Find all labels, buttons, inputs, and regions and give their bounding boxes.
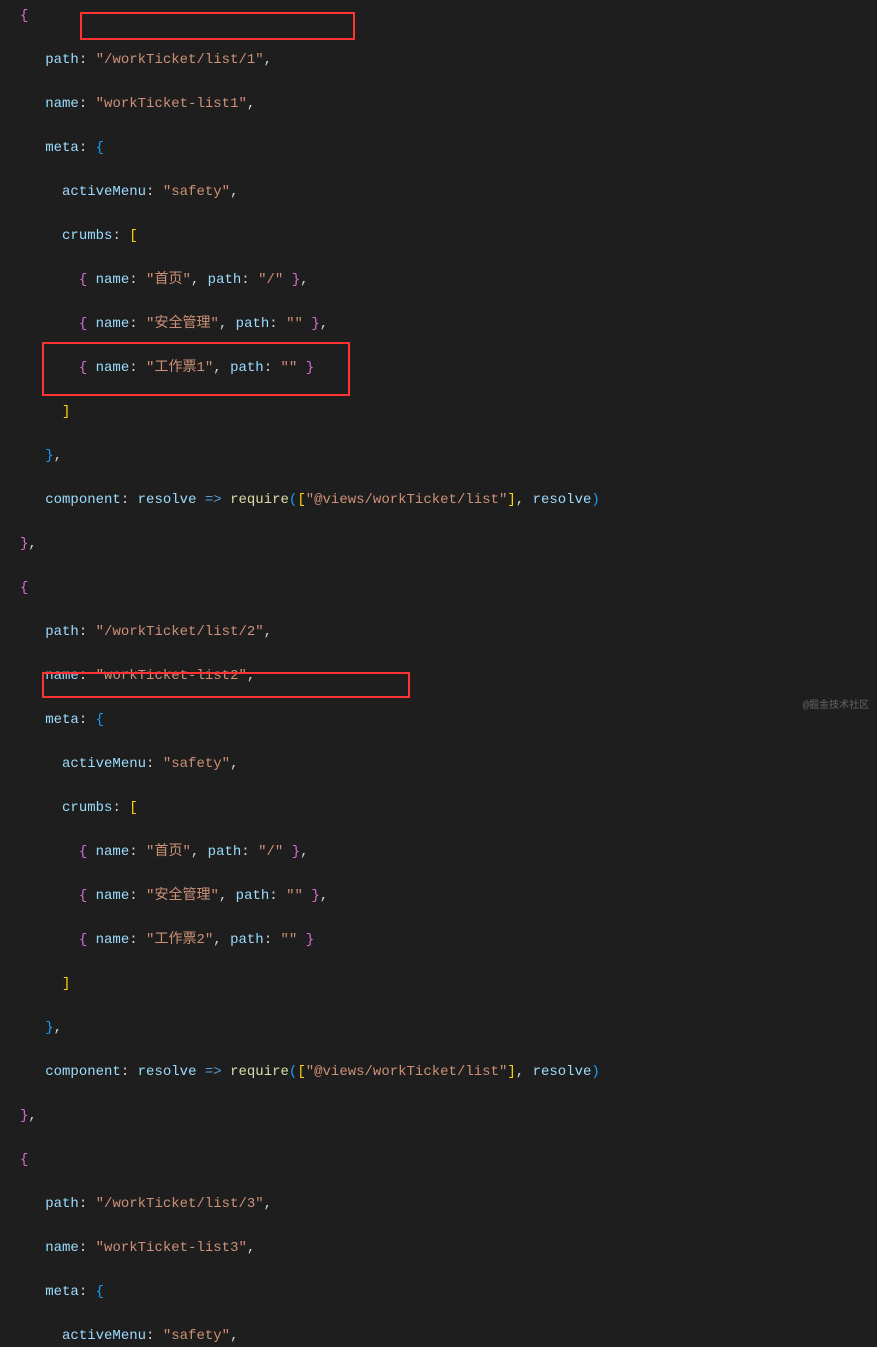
prop-key: path: [45, 52, 79, 68]
string-value: "/workTicket/list/2": [96, 624, 264, 640]
prop-key: name: [96, 932, 130, 948]
string-value: "首页": [146, 844, 191, 860]
prop-key: name: [45, 668, 79, 684]
watermark: @掘金技术社区: [803, 696, 869, 718]
prop-key: name: [96, 844, 130, 860]
prop-key: name: [96, 888, 130, 904]
prop-key: component: [45, 492, 121, 508]
prop-key: path: [208, 844, 242, 860]
param: resolve: [533, 492, 592, 508]
string-value: "": [286, 888, 303, 904]
prop-key: activeMenu: [62, 184, 146, 200]
string-value: "workTicket-list1": [96, 96, 247, 112]
prop-key: name: [96, 360, 130, 376]
prop-key: path: [236, 316, 270, 332]
string-value: "safety": [163, 756, 230, 772]
prop-key: path: [208, 272, 242, 288]
func-call: require: [230, 1064, 289, 1080]
string-value: "安全管理": [146, 316, 219, 332]
string-value: "/workTicket/list/3": [96, 1196, 264, 1212]
string-value: "safety": [163, 184, 230, 200]
prop-key: meta: [45, 140, 79, 156]
string-value: "工作票1": [146, 360, 213, 376]
string-value: "": [286, 316, 303, 332]
prop-key: name: [96, 316, 130, 332]
string-value: "@views/workTicket/list": [306, 1064, 508, 1080]
prop-key: path: [45, 1196, 79, 1212]
string-value: "工作票2": [146, 932, 213, 948]
prop-key: name: [45, 1240, 79, 1256]
code-editor[interactable]: { path: "/workTicket/list/1", name: "wor…: [20, 5, 877, 1347]
string-value: "": [281, 932, 298, 948]
string-value: "workTicket-list3": [96, 1240, 247, 1256]
string-value: "首页": [146, 272, 191, 288]
string-value: "/": [258, 272, 283, 288]
prop-key: activeMenu: [62, 1328, 146, 1344]
param: resolve: [138, 492, 197, 508]
prop-key: meta: [45, 712, 79, 728]
prop-key: name: [45, 96, 79, 112]
prop-key: path: [45, 624, 79, 640]
prop-key: path: [236, 888, 270, 904]
string-value: "/workTicket/list/1": [96, 52, 264, 68]
prop-key: crumbs: [62, 228, 112, 244]
string-value: "workTicket-list2": [96, 668, 247, 684]
prop-key: path: [230, 932, 264, 948]
param: resolve: [138, 1064, 197, 1080]
string-value: "/": [258, 844, 283, 860]
func-call: require: [230, 492, 289, 508]
string-value: "safety": [163, 1328, 230, 1344]
prop-key: name: [96, 272, 130, 288]
prop-key: crumbs: [62, 800, 112, 816]
string-value: "安全管理": [146, 888, 219, 904]
prop-key: component: [45, 1064, 121, 1080]
prop-key: activeMenu: [62, 756, 146, 772]
prop-key: path: [230, 360, 264, 376]
string-value: "": [281, 360, 298, 376]
param: resolve: [533, 1064, 592, 1080]
string-value: "@views/workTicket/list": [306, 492, 508, 508]
prop-key: meta: [45, 1284, 79, 1300]
